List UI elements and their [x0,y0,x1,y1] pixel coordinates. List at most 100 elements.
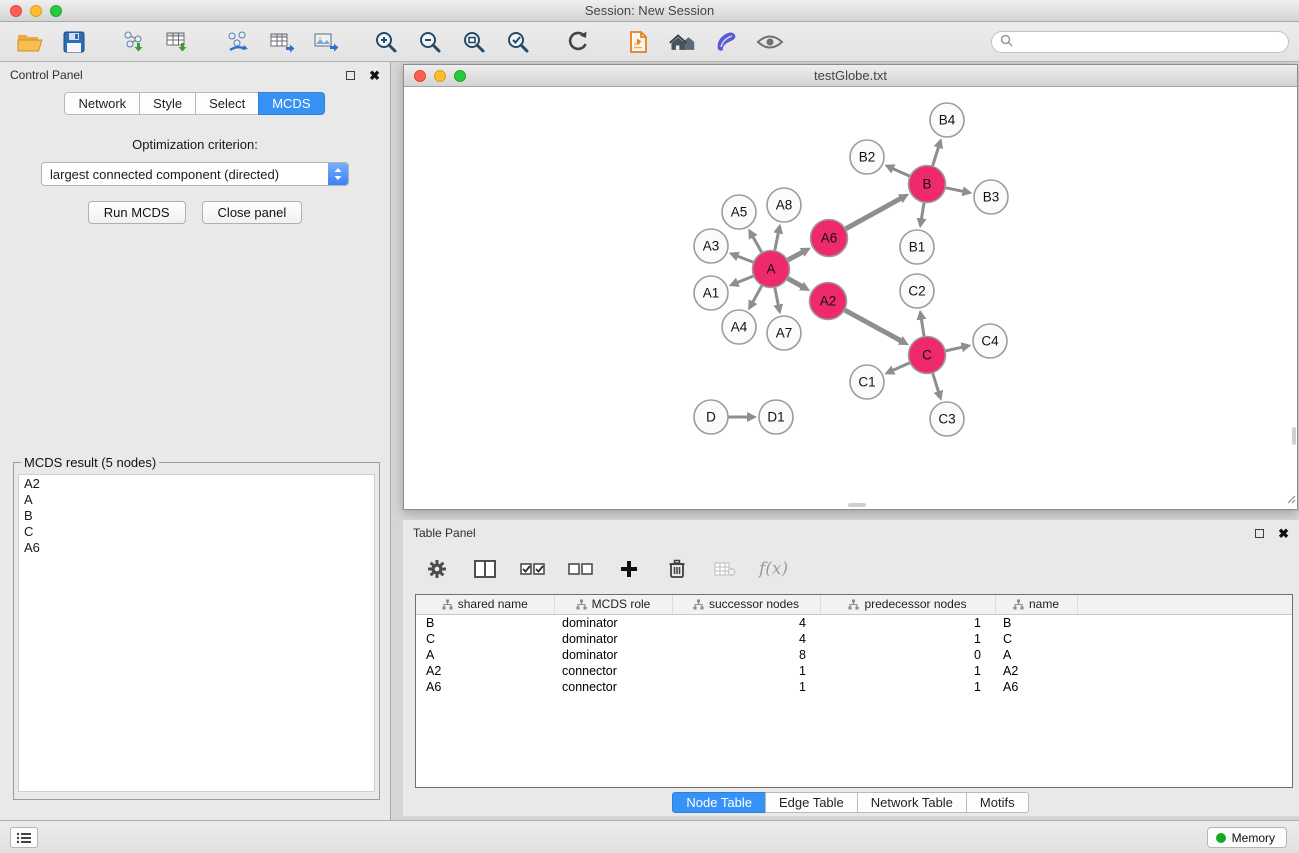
table-cell[interactable]: dominator [554,614,672,631]
table-cell[interactable]: A [995,647,1077,663]
graph-node-C2[interactable]: C2 [900,274,934,308]
select-all-columns-icon[interactable] [519,555,547,583]
export-network-icon[interactable] [224,28,252,56]
table-cell[interactable]: C [995,631,1077,647]
tab-style[interactable]: Style [139,92,196,115]
mcds-result-item[interactable]: C [24,524,369,540]
network-canvas[interactable]: B4B2BB3A8A5A6A3B1AC2A1A2A4A7C4CC1DD1C3 [404,87,1297,508]
horizontal-scrollbar-thumb[interactable] [848,503,866,507]
search-input[interactable] [1018,33,1288,51]
graph-node-A6[interactable]: A6 [811,220,848,257]
minimize-network-window-icon[interactable] [434,70,446,82]
graph-node-C[interactable]: C [909,337,946,374]
graph-node-A2[interactable]: A2 [810,283,847,320]
graph-edge-C-C4[interactable] [945,347,963,351]
home-icon[interactable] [668,28,696,56]
table-cell[interactable]: C [416,631,554,647]
table-cell[interactable]: B [995,614,1077,631]
mcds-result-item[interactable]: A [24,492,369,508]
graph-edge-B-B1[interactable] [921,202,924,219]
graph-edge-A-A3[interactable] [737,256,754,262]
graph-node-B[interactable]: B [909,166,946,203]
table-row[interactable]: Adominator80A [416,647,1292,663]
table-settings-gear-icon[interactable] [423,555,451,583]
table-cell[interactable]: 0 [820,647,995,663]
maximize-network-window-icon[interactable] [454,70,466,82]
table-cell[interactable]: A2 [416,663,554,679]
run-mcds-button[interactable]: Run MCDS [88,201,186,224]
table-row[interactable]: A2connector11A2 [416,663,1292,679]
graph-node-B3[interactable]: B3 [974,180,1008,214]
graph-node-C3[interactable]: C3 [930,402,964,436]
column-header-shared-name[interactable]: shared name [416,595,554,614]
table-cell[interactable]: 1 [672,679,820,695]
eye-icon[interactable] [756,28,784,56]
graph-node-A3[interactable]: A3 [694,229,728,263]
table-cell[interactable]: 4 [672,631,820,647]
table-cell[interactable]: 1 [672,663,820,679]
close-panel-button[interactable]: Close panel [202,201,303,224]
graph-node-C4[interactable]: C4 [973,324,1007,358]
close-window-icon[interactable] [10,5,22,17]
graph-node-A7[interactable]: A7 [767,316,801,350]
graph-edge-A2-C[interactable] [844,310,901,341]
graph-node-A5[interactable]: A5 [722,195,756,229]
window-resize-handle[interactable] [1286,492,1296,507]
table-cell[interactable]: connector [554,679,672,695]
zoom-out-icon[interactable] [416,28,444,56]
tab-node-table[interactable]: Node Table [672,792,766,813]
table-cell[interactable]: dominator [554,631,672,647]
create-column-plus-icon[interactable] [615,555,643,583]
zoom-selected-icon[interactable] [504,28,532,56]
import-table-icon[interactable] [164,28,192,56]
close-network-window-icon[interactable] [414,70,426,82]
column-header-successor-nodes[interactable]: successor nodes [672,595,820,614]
zoom-in-icon[interactable] [372,28,400,56]
graph-edge-A-A6[interactable] [787,252,803,260]
mcds-result-item[interactable]: A2 [24,476,369,492]
graph-edge-A6-B[interactable] [845,198,901,229]
column-header-name[interactable]: name [995,595,1077,614]
delete-column-trash-icon[interactable] [663,555,691,583]
table-cell[interactable]: connector [554,663,672,679]
table-cell[interactable]: 8 [672,647,820,663]
table-cell[interactable]: B [416,614,554,631]
graph-node-C1[interactable]: C1 [850,365,884,399]
graph-edge-C-C2[interactable] [921,319,924,337]
graph-node-B4[interactable]: B4 [930,103,964,137]
memory-button[interactable]: Memory [1207,827,1287,848]
minimize-window-icon[interactable] [30,5,42,17]
table-cell[interactable]: A6 [416,679,554,695]
graph-node-A8[interactable]: A8 [767,188,801,222]
tab-mcds[interactable]: MCDS [258,92,324,115]
graph-edge-B-B3[interactable] [945,188,963,192]
task-history-button[interactable] [10,827,38,848]
graph-node-A1[interactable]: A1 [694,276,728,310]
graph-node-A[interactable]: A [753,251,790,288]
tab-network[interactable]: Network [64,92,140,115]
graph-edge-A-A1[interactable] [737,276,754,283]
tab-network-table[interactable]: Network Table [857,792,967,813]
save-session-icon[interactable] [60,28,88,56]
unselect-all-columns-icon[interactable] [567,555,595,583]
graph-edge-A-A7[interactable] [775,287,779,305]
open-session-icon[interactable] [16,28,44,56]
table-cell[interactable]: 1 [820,663,995,679]
show-columns-icon[interactable] [471,555,499,583]
paint-icon[interactable] [712,28,740,56]
table-cell[interactable]: dominator [554,647,672,663]
vertical-scrollbar-thumb[interactable] [1292,427,1296,445]
table-row[interactable]: A6connector11A6 [416,679,1292,695]
tab-edge-table[interactable]: Edge Table [765,792,858,813]
table-row[interactable]: Cdominator41C [416,631,1292,647]
mcds-result-item[interactable]: A6 [24,540,369,556]
column-header-predecessor-nodes[interactable]: predecessor nodes [820,595,995,614]
export-image-icon[interactable] [312,28,340,56]
float-table-panel-icon[interactable] [1255,529,1264,538]
graph-node-D[interactable]: D [694,400,728,434]
graph-edge-A-A4[interactable] [753,285,763,302]
graph-edge-A-A5[interactable] [753,236,762,252]
table-cell[interactable]: 1 [820,679,995,695]
graph-edge-A-A2[interactable] [787,278,802,287]
table-cell[interactable]: A6 [995,679,1077,695]
